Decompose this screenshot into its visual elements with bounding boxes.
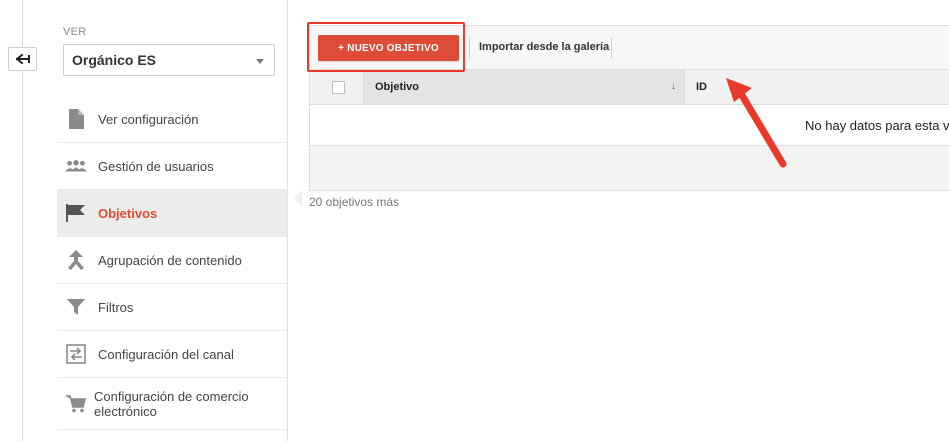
nav-item-filters[interactable]: Filtros (57, 284, 287, 331)
cart-icon (65, 393, 87, 415)
nav-item-user-management[interactable]: Gestión de usuarios (57, 143, 287, 190)
remaining-goals-text: 20 objetivos más (309, 195, 400, 209)
filter-icon (65, 296, 87, 318)
table-footer (309, 146, 949, 191)
nav-item-channel-settings[interactable]: Configuración del canal (57, 331, 287, 378)
goals-table-header: Objetivo ↓ ID (309, 70, 949, 105)
toolbar-divider (611, 37, 612, 59)
new-goal-button[interactable]: + NUEVO OBJETIVO (318, 35, 459, 61)
select-all-checkbox[interactable] (332, 81, 345, 94)
nav-item-label: Configuración de comercio electrónico (94, 388, 249, 419)
back-button[interactable] (8, 47, 37, 71)
view-panel: VER Orgánico ES Ver configuración Gestió… (57, 0, 288, 441)
column-id-label[interactable]: ID (696, 81, 707, 93)
document-icon (65, 108, 87, 130)
view-selector[interactable]: Orgánico ES (63, 44, 275, 76)
select-all-cell (310, 70, 364, 104)
channel-settings-icon (65, 343, 87, 365)
flag-icon (65, 202, 87, 224)
column-goal-label: Objetivo (375, 81, 420, 93)
nav-item-content-grouping[interactable]: Agrupación de contenido (57, 237, 287, 284)
nav-item-ecommerce-settings[interactable]: Configuración de comercio electrónico (57, 378, 287, 430)
sort-down-icon: ↓ (671, 81, 676, 92)
nav-item-label: Ver configuración (98, 111, 199, 127)
nav-item-label: Objetivos (98, 205, 158, 221)
nav-item-label: Agrupación de contenido (98, 252, 242, 268)
toolbar-divider (469, 37, 470, 59)
empty-message: No hay datos para esta vi (805, 118, 949, 133)
nav-item-label: Configuración del canal (98, 346, 234, 362)
view-nav: Ver configuración Gestión de usuarios Ob… (57, 96, 287, 430)
column-goal[interactable]: Objetivo ↓ (364, 70, 685, 104)
nav-item-label: Filtros (98, 299, 134, 315)
nav-item-label: Gestión de usuarios (98, 158, 214, 174)
nav-item-view-settings[interactable]: Ver configuración (57, 96, 287, 143)
view-label: VER (63, 26, 87, 38)
arrow-left-icon (15, 54, 30, 64)
view-selected-value: Orgánico ES (72, 52, 157, 68)
users-icon (65, 155, 87, 177)
main-content: + NUEVO OBJETIVO Importar desde la galer… (288, 0, 949, 441)
chevron-down-icon (256, 59, 264, 64)
empty-table-row: No hay datos para esta vi (309, 105, 949, 146)
content-grouping-icon (65, 249, 87, 271)
nav-item-goals[interactable]: Objetivos (57, 190, 287, 237)
panel-pointer (294, 190, 302, 206)
goals-toolbar: + NUEVO OBJETIVO Importar desde la galer… (309, 25, 949, 70)
import-from-gallery-link[interactable]: Importar desde la galería (479, 41, 609, 53)
